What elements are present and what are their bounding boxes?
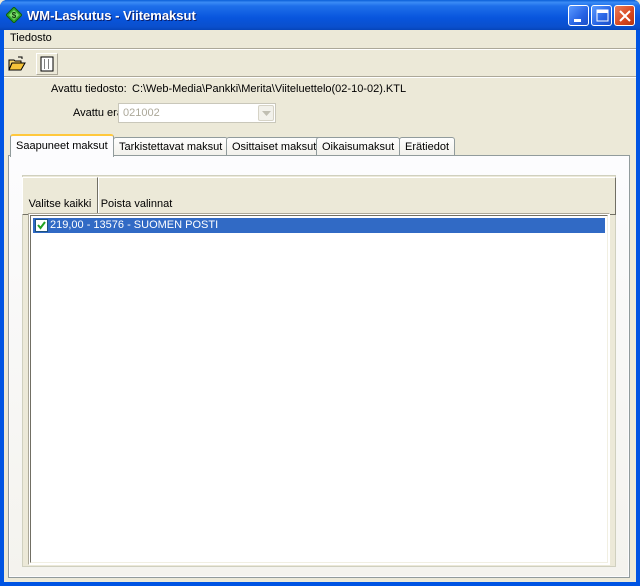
row-checkbox[interactable] (35, 219, 48, 232)
client-area: Tiedosto Avattu tiedosto: C:\Web-Media\P… (4, 30, 636, 582)
list-view-button[interactable] (36, 53, 58, 75)
batch-select[interactable]: 021002 (118, 103, 276, 123)
check-icon (37, 221, 46, 230)
tab-tarkistettavat-maksut[interactable]: Tarkistettavat maksut (113, 137, 229, 156)
window-title: WM-Laskutus - Viitemaksut (27, 8, 196, 23)
menu-tiedosto[interactable]: Tiedosto (10, 32, 52, 44)
maximize-icon (596, 9, 609, 22)
toolbar-divider-light (4, 77, 636, 78)
select-all-label: Valitse kaikki (28, 198, 92, 210)
payments-list-body: 219,00 - 13576 - SUOMEN POSTI (30, 215, 608, 563)
green-diamond-icon: $ (6, 7, 22, 23)
button-bar-filler (174, 177, 616, 215)
payments-list[interactable]: 219,00 - 13576 - SUOMEN POSTI (28, 213, 610, 565)
minimize-icon (574, 19, 581, 22)
list-item[interactable]: 219,00 - 13576 - SUOMEN POSTI (33, 218, 605, 233)
app-window: $ WM-Laskutus - Viitemaksut Tiedosto Ava… (0, 0, 640, 586)
chevron-down-icon (262, 111, 271, 116)
maximize-button[interactable] (591, 5, 612, 26)
opened-file-label: Avattu tiedosto: (51, 83, 127, 95)
clear-selection-label: Poista valinnat (100, 198, 173, 210)
tab-saapuneet-maksut[interactable]: Saapuneet maksut (10, 134, 114, 157)
open-folder-icon (8, 56, 26, 71)
tab-oikaisumaksut[interactable]: Oikaisumaksut (316, 137, 401, 156)
clear-selection-button[interactable]: Poista valinnat (98, 177, 175, 215)
svg-text:$: $ (12, 11, 17, 20)
selection-button-bar: Valitse kaikki Poista valinnat (22, 177, 616, 217)
list-item-label: 219,00 - 13576 - SUOMEN POSTI (50, 219, 219, 231)
open-file-button[interactable] (5, 53, 27, 75)
list-view-icon (40, 56, 54, 72)
batch-dropdown-button[interactable] (258, 105, 274, 121)
batch-select-value: 021002 (123, 107, 160, 119)
tab-eratiedot[interactable]: Erätiedot (399, 137, 456, 156)
toolbar (4, 50, 636, 76)
close-button[interactable] (614, 5, 635, 26)
title-bar[interactable]: $ WM-Laskutus - Viitemaksut (0, 0, 640, 30)
tab-osittaiset-maksut[interactable]: Osittaiset maksut (226, 137, 323, 156)
minimize-button[interactable] (568, 5, 589, 26)
menu-bar: Tiedosto (4, 30, 636, 48)
select-all-button[interactable]: Valitse kaikki (22, 177, 98, 215)
opened-file-path: C:\Web-Media\Pankki\Merita\Viiteluettelo… (132, 83, 407, 95)
close-icon (619, 10, 631, 22)
